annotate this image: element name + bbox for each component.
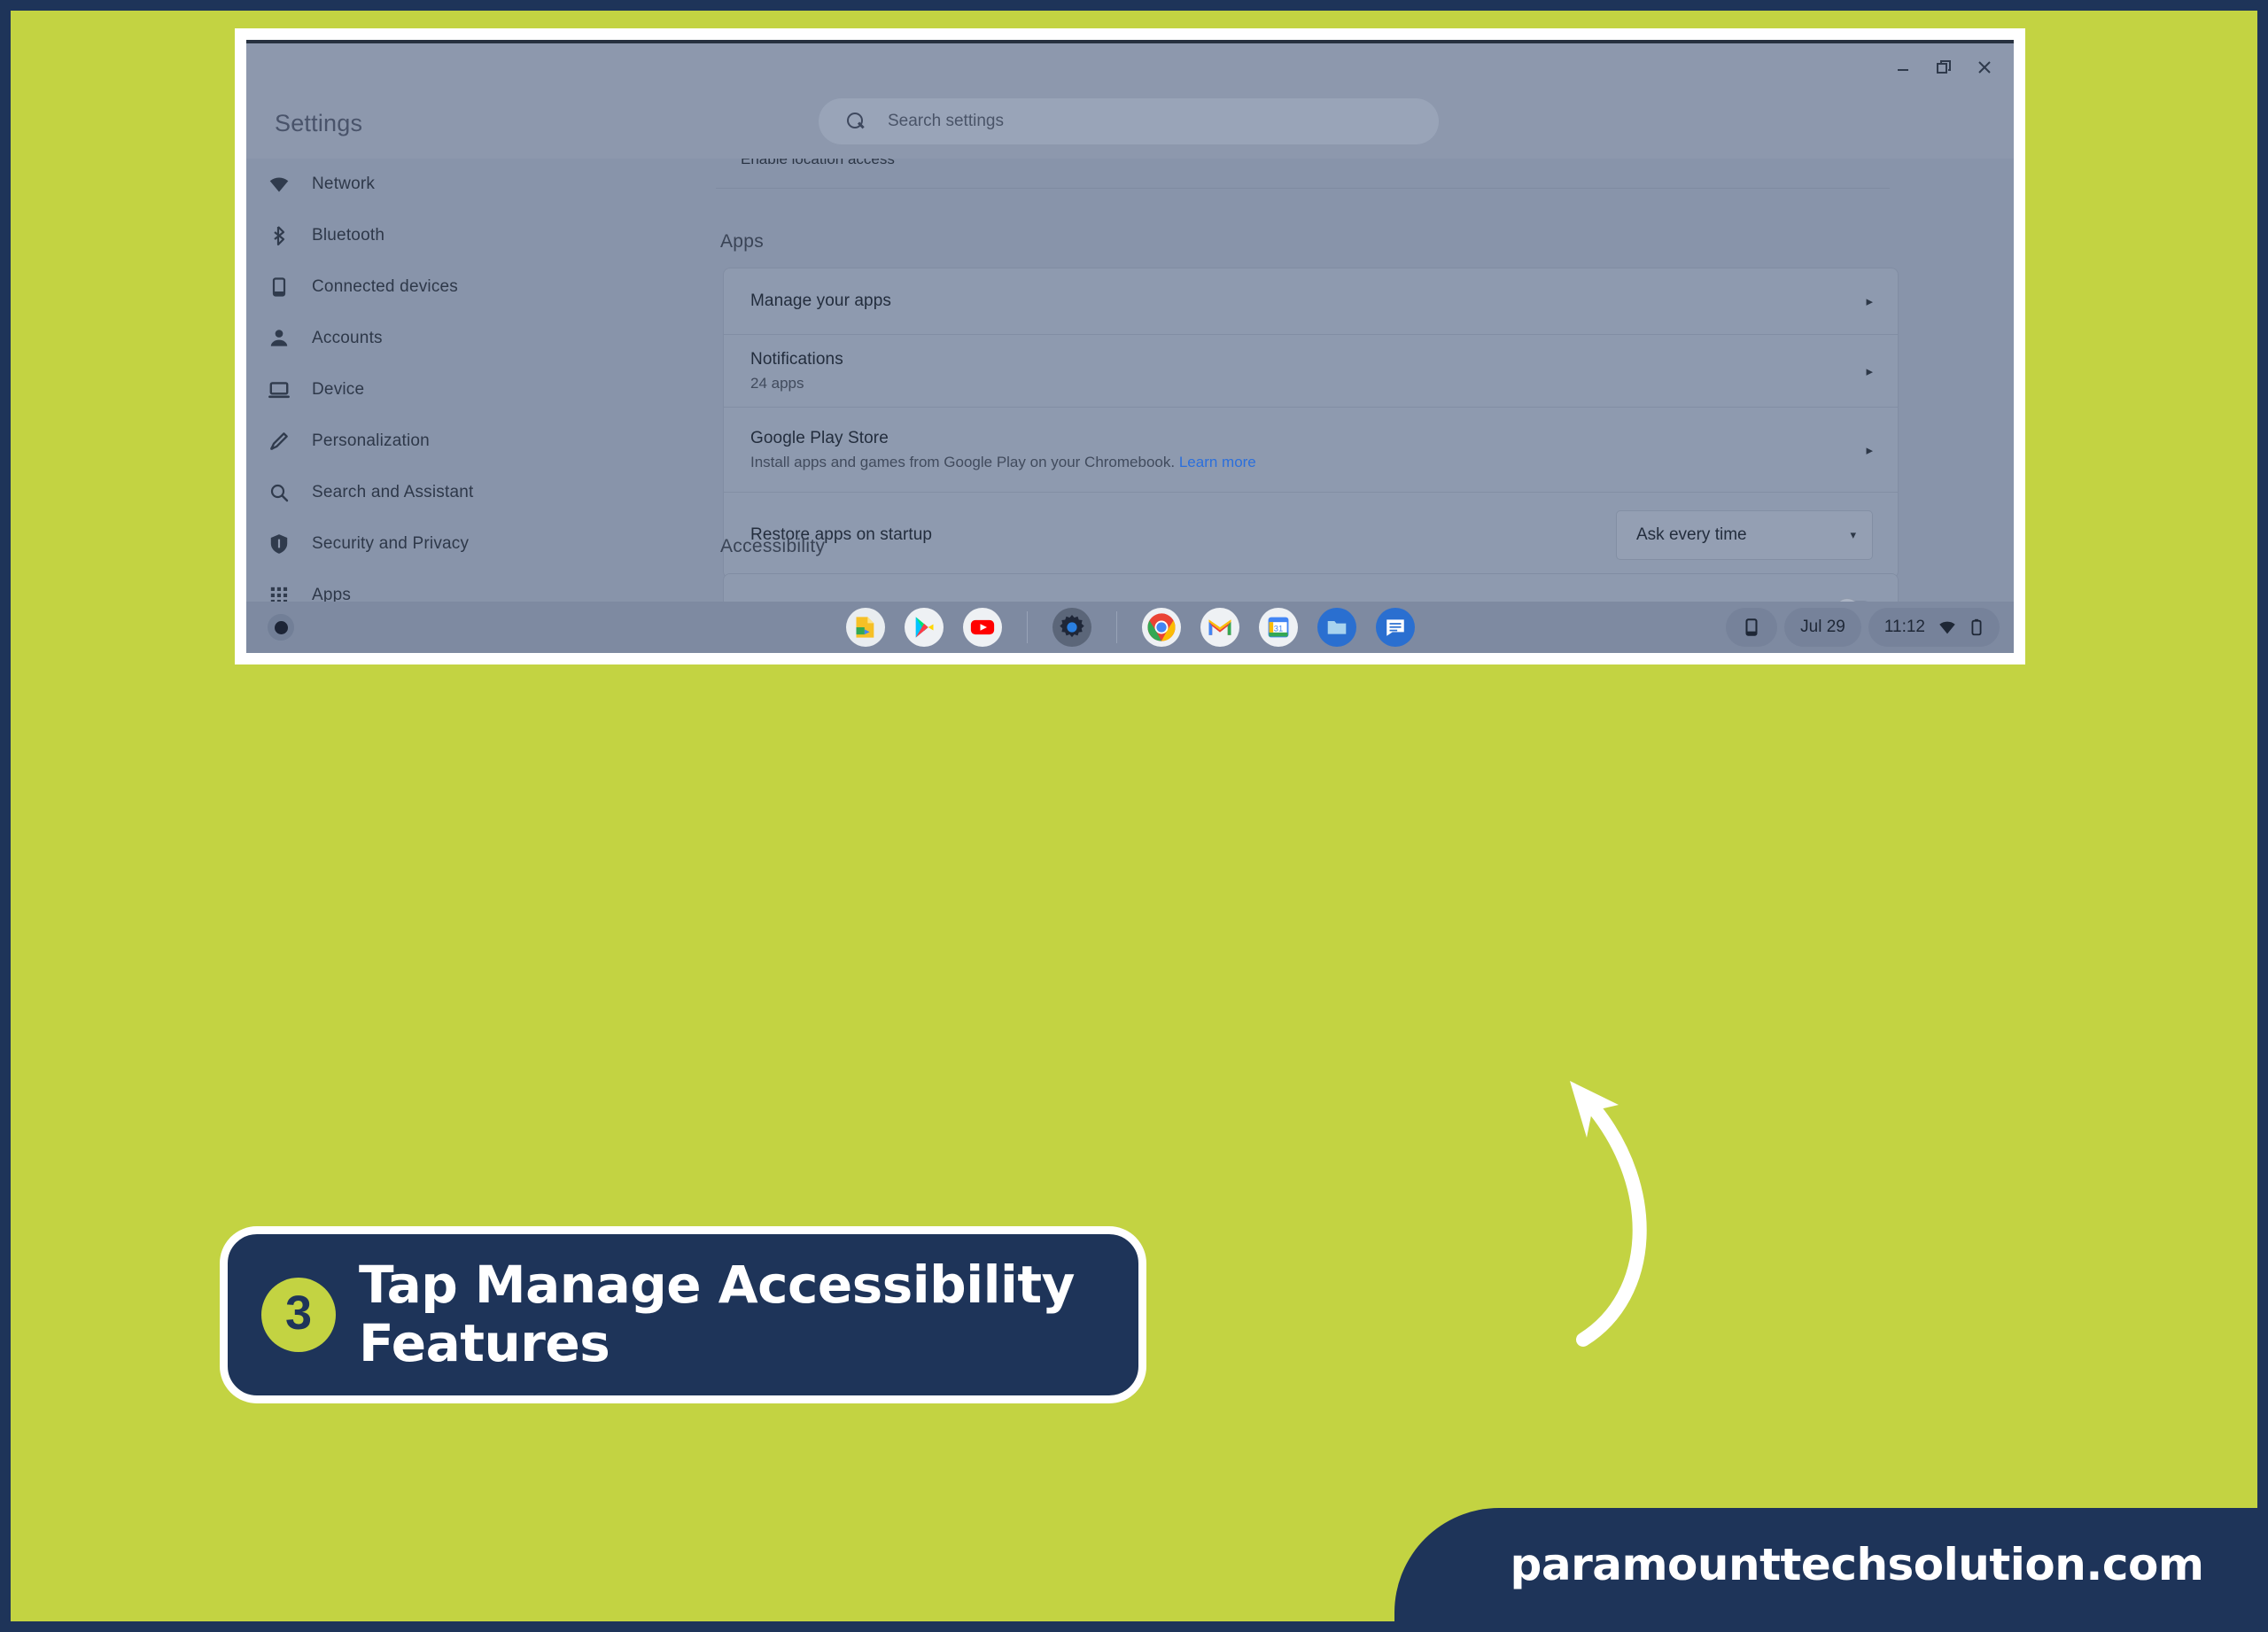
row-title: Manage your apps [750,291,891,310]
learn-more-link[interactable]: Learn more [1179,454,1256,470]
apps-section-title: Apps [720,231,765,252]
wifi-icon [1939,621,1955,634]
messages-icon[interactable] [1375,608,1415,647]
restore-apps-select[interactable]: Ask every time ▾ [1616,510,1873,560]
sidebar-item-network[interactable]: Network [246,159,532,210]
sidebar-item-device[interactable]: Device [246,364,532,416]
chromebook-settings-window: Settings Search settings Network Bluetoo… [246,40,2014,653]
website-url: paramounttechsolution.com [1510,1539,2204,1590]
sidebar-item-accounts[interactable]: Accounts [246,313,532,364]
caption-text: Tap Manage Accessibility Features [359,1256,1075,1372]
shelf-date-label: Jul 29 [1800,618,1845,636]
bluetooth-icon [266,222,292,249]
page-title: Settings [275,110,363,136]
settings-sidebar: Network Bluetooth Connected devices Acco… [246,159,552,653]
restore-apps-select-value: Ask every time [1636,525,1747,544]
laptop-icon [266,377,292,403]
row-restore-apps-on-startup: Restore apps on startup Ask every time ▾ [724,493,1898,578]
person-icon [266,325,292,352]
chrome-icon[interactable] [1141,608,1181,647]
sidebar-item-label: Device [312,380,365,399]
shelf-app-list: 31 [845,605,1415,649]
sidebar-item-label: Connected devices [312,277,459,296]
sidebar-item-label: Network [312,175,376,193]
row-subtitle: 24 apps [750,374,804,392]
shield-icon [266,531,292,557]
files-icon[interactable] [1317,608,1356,647]
row-notifications[interactable]: Notifications 24 apps ▸ [724,335,1898,408]
battery-icon [1971,618,1982,636]
gmail-icon[interactable] [1200,608,1239,647]
window-titlebar [246,43,2014,89]
row-title: Restore apps on startup [750,525,933,544]
launcher-button[interactable] [268,614,294,641]
settings-icon[interactable] [1052,608,1091,647]
wifi-icon [266,171,292,198]
sidebar-item-security-and-privacy[interactable]: Security and Privacy [246,518,532,570]
sidebar-item-label: Bluetooth [312,226,385,245]
google-play-icon[interactable] [904,608,944,647]
footer-banner: paramounttechsolution.com [1394,1508,2257,1621]
search-icon [266,479,292,506]
settings-main-content: Enable location access Apps Manage your … [552,159,2014,603]
step-caption-bubble: 3 Tap Manage Accessibility Features [220,1226,1146,1403]
sidebar-item-personalization[interactable]: Personalization [246,416,532,467]
pointer-arrow [1570,1081,1647,1347]
sidebar-item-bluetooth[interactable]: Bluetooth [246,210,532,261]
sidebar-item-label: Accounts [312,329,383,347]
phone-hub-button[interactable] [1726,608,1778,647]
caption-line-2: Features [359,1313,610,1373]
launcher-icon [274,620,288,634]
minimize-button[interactable] [1888,54,1918,81]
phone-hub-icon [1745,618,1758,636]
shelf-separator [1115,611,1117,643]
chevron-down-icon: ▾ [1850,528,1856,541]
sidebar-item-search-and-assistant[interactable]: Search and Assistant [246,467,532,518]
accessibility-section-title: Accessibility [720,536,826,556]
google-calendar-icon[interactable]: 31 [1258,608,1298,647]
search-placeholder: Search settings [888,112,1004,130]
youtube-icon[interactable] [962,608,1002,647]
svg-text:31: 31 [1273,625,1282,633]
accessibility-card: Always show accessibility options in the… [723,573,1899,603]
chevron-right-icon: ▸ [1866,363,1873,379]
phone-icon [266,274,292,300]
apps-card: Manage your apps ▸ Notifications 24 apps… [723,268,1899,579]
minimize-icon [1898,69,1908,71]
chevron-right-icon: ▸ [1866,442,1873,458]
shelf-status-area: Jul 29 11:12 [1726,605,2000,649]
pencil-icon [266,428,292,455]
step-number: 3 [284,1286,313,1340]
shelf-separator [1026,611,1028,643]
sidebar-item-label: Security and Privacy [312,534,470,553]
shelf-date[interactable]: Jul 29 [1784,608,1861,647]
row-subtitle-text: Install apps and games from Google Play … [750,453,1176,470]
google-slides-icon[interactable] [845,608,885,647]
close-icon [1978,61,1991,74]
row-subtitle: Install apps and games from Google Play … [750,454,1852,471]
sidebar-item-label: Search and Assistant [312,483,474,501]
chevron-right-icon: ▸ [1866,294,1873,309]
poster-canvas: Settings Search settings Network Bluetoo… [11,11,2257,1621]
screenshot-frame: Settings Search settings Network Bluetoo… [235,28,2025,664]
search-icon [847,113,865,130]
sidebar-item-connected-devices[interactable]: Connected devices [246,261,532,313]
clipped-row-above: Enable location access [716,159,1890,189]
restore-icon [1937,60,1951,74]
row-title: Notifications [750,349,843,369]
caption-line-1: Tap Manage Accessibility [359,1255,1075,1316]
row-title: Google Play Store [750,428,889,447]
step-number-badge: 3 [261,1278,336,1352]
shelf-time-label: 11:12 [1884,618,1925,636]
close-button[interactable] [1969,54,2000,81]
search-input[interactable]: Search settings [819,98,1439,144]
row-google-play-store[interactable]: Google Play Store Install apps and games… [724,408,1898,493]
sidebar-item-label: Personalization [312,431,430,450]
chromeos-shelf: 31 Jul 29 11:12 [246,602,2014,653]
row-always-show-accessibility-options: Always show accessibility options in the… [724,574,1898,603]
system-tray-button[interactable]: 11:12 [1868,608,2000,647]
row-manage-your-apps[interactable]: Manage your apps ▸ [724,268,1898,335]
maximize-button[interactable] [1929,54,1959,81]
